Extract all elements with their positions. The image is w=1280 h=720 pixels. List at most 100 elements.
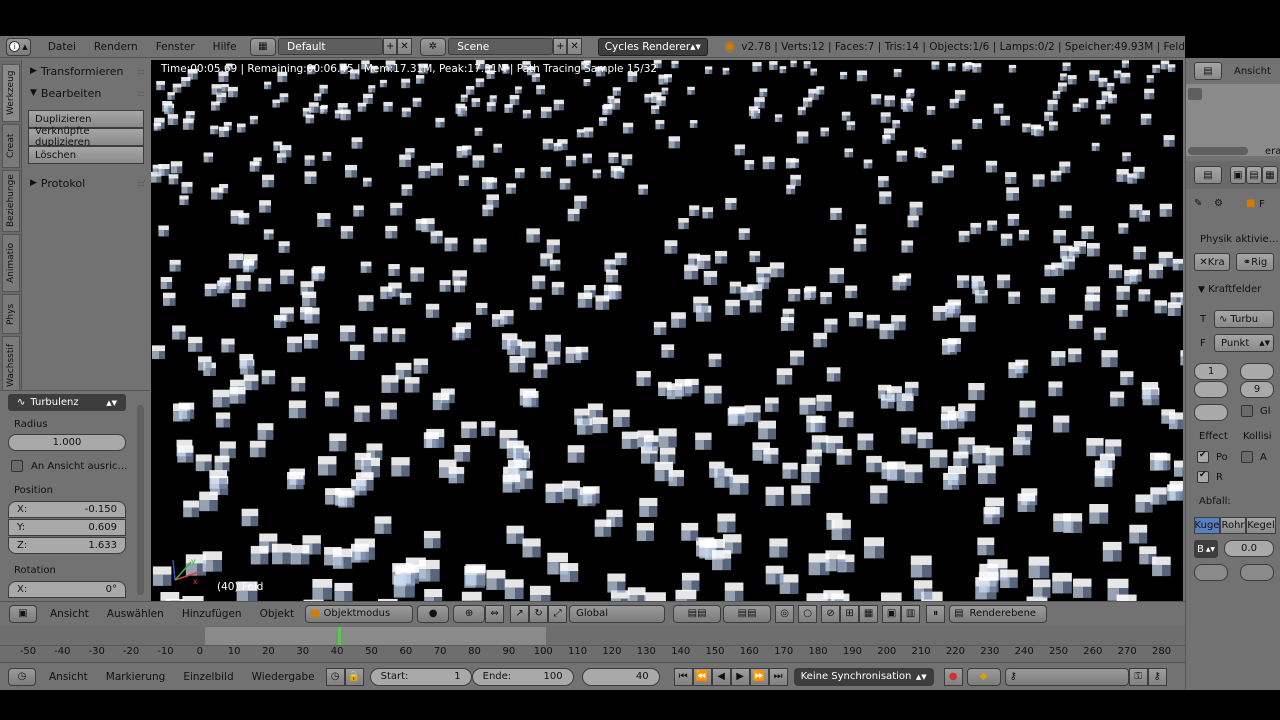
menu-marker[interactable]: Markierung: [97, 671, 175, 683]
menu-rendern[interactable]: Rendern: [85, 41, 147, 53]
shape-dropdown[interactable]: Punkt ▲▼: [1214, 334, 1274, 352]
translate-tool[interactable]: ↗: [510, 604, 530, 623]
min-distance-field[interactable]: [1194, 564, 1228, 581]
menu-fenster[interactable]: Fenster: [147, 41, 204, 53]
add-layout-button[interactable]: +: [383, 38, 398, 55]
sync-dropdown[interactable]: Keine Synchronisation ▲▼: [793, 667, 934, 686]
force-field-button[interactable]: ✕ Kra: [1194, 253, 1230, 271]
menu-datei[interactable]: Datei: [39, 41, 85, 53]
render-layer-dropdown[interactable]: ▤ Renderebene: [949, 604, 1048, 623]
tab-grease-pencil[interactable]: Wachsstif: [2, 336, 20, 394]
delete-keyframe-button[interactable]: ⚷: [1147, 667, 1167, 686]
scene-selector-button[interactable]: ✲: [419, 37, 447, 56]
panel-edit-header[interactable]: ▼ Bearbeiten::::: [22, 82, 150, 104]
mode-dropdown[interactable]: ■ Objektmodus: [305, 604, 414, 623]
orientation-dropdown[interactable]: Global: [569, 604, 666, 623]
delete-button[interactable]: Löschen: [28, 146, 144, 164]
panel-transform-header[interactable]: ▶ Transformieren::::: [22, 60, 150, 82]
size-field[interactable]: 9: [1240, 381, 1274, 398]
render-preview-button[interactable]: ▣: [882, 604, 902, 623]
render-animation-button[interactable]: ▥: [901, 604, 921, 623]
drag-grip-icon[interactable]: ::::: [137, 67, 145, 76]
play-button[interactable]: ▶: [730, 667, 750, 686]
tab-animation[interactable]: Animatio: [2, 234, 20, 292]
layer-lock-toggle[interactable]: ◎: [775, 604, 795, 623]
layout-selector-button[interactable]: ▦: [249, 37, 277, 56]
menu-view[interactable]: Ansicht: [41, 608, 98, 620]
absorption-checkbox[interactable]: [1241, 451, 1253, 463]
tab-sphere[interactable]: Kuge: [1194, 517, 1220, 534]
menu-view[interactable]: Ansicht: [40, 671, 97, 683]
snap-toggle[interactable]: ⊘: [821, 604, 841, 623]
layers-tab[interactable]: ▤: [1246, 166, 1262, 184]
strength-field[interactable]: 1: [1194, 363, 1228, 380]
falloff-mode-dropdown[interactable]: B ▲▼: [1194, 540, 1218, 558]
insert-keyframe-button[interactable]: ⚿: [1128, 667, 1148, 686]
force-fields-header[interactable]: ▼ Kraftfelder: [1198, 284, 1261, 295]
delete-scene-button[interactable]: ✕: [567, 38, 582, 55]
preview-range-toggle[interactable]: ◷: [325, 667, 345, 686]
operator-scrollbar[interactable]: [137, 405, 144, 595]
align-view-checkbox[interactable]: [11, 460, 23, 472]
shading-dropdown[interactable]: ●: [417, 604, 450, 623]
3d-viewport[interactable]: Time:00:05.69 | Remaining:00:06.45 | Mem…: [151, 60, 1183, 601]
render-layer-toggle[interactable]: ⏸: [926, 604, 946, 623]
current-frame-field[interactable]: 40: [581, 667, 660, 686]
noise-field[interactable]: [1194, 404, 1228, 421]
flow-field[interactable]: [1194, 381, 1228, 398]
editor-type-3d-button[interactable]: ▣: [9, 604, 37, 623]
properties-type-button[interactable]: ▤: [1194, 166, 1222, 184]
layers-group-2[interactable]: ▤▤: [723, 604, 772, 623]
menu-hilfe[interactable]: Hilfe: [204, 41, 246, 53]
rotate-tool[interactable]: ↻: [529, 604, 549, 623]
scale-tool[interactable]: ⤢: [548, 604, 568, 623]
radius-field[interactable]: 1.000: [8, 434, 126, 451]
snap-target-dropdown[interactable]: ▦: [859, 604, 879, 623]
editor-type-timeline-button[interactable]: ◷: [8, 667, 36, 686]
tab-werkzeug[interactable]: Werkzeug: [2, 64, 20, 122]
end-frame-field[interactable]: Ende: 100: [471, 667, 574, 686]
falloff-power-field[interactable]: 0.0: [1224, 540, 1274, 557]
proportional-edit-toggle[interactable]: ○: [798, 604, 818, 623]
layout-name-field[interactable]: Default: [278, 38, 384, 55]
jump-keyframe-forward-button[interactable]: ⏩: [749, 667, 769, 686]
snap-element-dropdown[interactable]: ⊞: [840, 604, 860, 623]
delete-layout-button[interactable]: ✕: [397, 38, 412, 55]
tab-cone[interactable]: Kegel: [1246, 517, 1276, 534]
outliner-type-button[interactable]: ▤: [1194, 62, 1222, 80]
active-keying-set-field[interactable]: ⚷: [1004, 667, 1129, 686]
tab-relations[interactable]: Beziehunge: [2, 170, 20, 232]
tab-tube[interactable]: Rohr: [1220, 517, 1246, 534]
duplicate-linked-button[interactable]: Verknüpfte duplizieren: [28, 126, 144, 148]
outliner-scrollbar[interactable]: [1188, 147, 1248, 155]
layers-group-1[interactable]: ▤▤: [673, 604, 722, 623]
add-scene-button[interactable]: +: [553, 38, 568, 55]
jump-start-button[interactable]: ⏮: [673, 667, 693, 686]
menu-object[interactable]: Objekt: [251, 608, 304, 620]
render-tab[interactable]: ▣: [1230, 166, 1246, 184]
keying-set-dropdown[interactable]: ◆: [966, 667, 1001, 686]
drag-grip-icon[interactable]: ::::: [137, 179, 145, 188]
seed-field-top[interactable]: [1240, 363, 1274, 380]
play-reverse-button[interactable]: ◀: [711, 667, 731, 686]
apply-location-checkbox[interactable]: ✔: [1197, 450, 1209, 463]
manipulator-toggle[interactable]: ⇔: [485, 604, 505, 623]
drag-grip-icon[interactable]: ::::: [137, 89, 145, 98]
position-z-field[interactable]: Z: 1.633: [8, 537, 126, 554]
scene-tab[interactable]: ▦: [1262, 166, 1278, 184]
menu-add[interactable]: Hinzufügen: [173, 608, 251, 620]
scene-name-field[interactable]: Scene: [448, 38, 554, 55]
menu-frame[interactable]: Einzelbild: [174, 671, 242, 683]
pivot-dropdown[interactable]: ⊕: [453, 604, 486, 623]
jump-end-button[interactable]: ⏭: [768, 667, 788, 686]
rigid-body-button[interactable]: ⚭ Rig: [1236, 253, 1274, 271]
record-button[interactable]: ●: [943, 667, 963, 686]
menu-select[interactable]: Auswählen: [98, 608, 173, 620]
max-distance-field[interactable]: [1240, 564, 1274, 581]
menu-playback[interactable]: Wiedergabe: [243, 671, 324, 683]
panel-history-header[interactable]: ▶ Protokol::::: [22, 172, 150, 194]
tab-create[interactable]: Creat: [2, 124, 20, 168]
position-x-field[interactable]: X: -0.150: [8, 501, 126, 518]
current-frame-marker[interactable]: [338, 627, 341, 645]
tab-physics[interactable]: Phys: [2, 294, 20, 334]
